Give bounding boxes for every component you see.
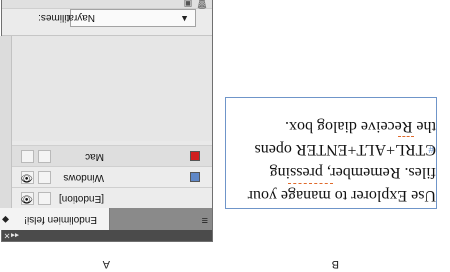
delete-condition-icon[interactable]: 🗑: [196, 0, 208, 9]
condition-name: [Endotion]: [58, 193, 104, 204]
new-condition-icon[interactable]: ▣: [182, 0, 194, 9]
caption-a: A: [102, 258, 110, 270]
condition-indicator-cell[interactable]: [38, 150, 51, 163]
close-icon[interactable]: ✕: [2, 231, 12, 240]
condition-row-unconditional[interactable]: [Endotion] 👁: [2, 187, 212, 208]
condition-name: Mac: [85, 151, 104, 162]
visibility-eye-icon[interactable]: 👁: [20, 192, 34, 205]
show-dropdown-value: Nayra: [68, 12, 95, 23]
text-line-4: the Receive dialog box.: [284, 118, 436, 135]
visibility-eye-icon[interactable]: 👁: [20, 171, 34, 184]
text-line-2: files. Remember, pressing: [269, 164, 436, 181]
tabs-row: Endolimien felsi! ◆ ≡: [0, 208, 212, 230]
condition-row-mac[interactable]: Mac: [2, 145, 212, 166]
panel-titlebar: ◂◂ ✕: [2, 230, 212, 241]
condition-name: Windows: [63, 172, 104, 183]
dropdown-arrow-icon: ▲: [180, 14, 189, 24]
panel-menu-icon[interactable]: ≡: [196, 214, 208, 226]
tab-toggle-icon[interactable]: ◆: [2, 214, 9, 225]
text-frame[interactable]: Use Explorer to manage your files. Remem…: [225, 97, 437, 209]
caption-b: B: [331, 258, 339, 270]
condition-indicator-squiggle: [398, 136, 414, 141]
text-line-3: CTRL+ALT+ENTER opens: [254, 141, 436, 158]
color-swatch: [190, 151, 200, 161]
visibility-eye-icon[interactable]: [21, 150, 34, 163]
condition-indicator-squiggle: [288, 183, 333, 188]
condition-row-windows[interactable]: Windows 👁: [2, 166, 212, 187]
tab-label: Endolimien felsi!: [24, 214, 97, 225]
text-cursor-mark: #: [428, 143, 434, 154]
show-dropdown[interactable]: Nayra ▲: [68, 9, 196, 27]
condition-indicator-cell[interactable]: [38, 171, 51, 184]
panel-footer: ▣ 🗑: [2, 0, 212, 9]
text-line-1: Use Explorer to manage your: [247, 187, 436, 204]
scrollbar[interactable]: [0, 36, 12, 208]
rotated-screenshot: ◂◂ ✕ Endolimien felsi! ◆ ≡ [Endotion] 👁 …: [0, 0, 450, 272]
conditions-panel: ◂◂ ✕ Endolimien felsi! ◆ ≡ [Endotion] 👁 …: [0, 0, 213, 242]
condition-indicator-cell[interactable]: [38, 192, 51, 205]
color-swatch: [190, 172, 200, 182]
conditions-list-empty-area: [12, 36, 212, 141]
tab-conditional-text[interactable]: Endolimien felsi! ◆: [0, 208, 110, 230]
